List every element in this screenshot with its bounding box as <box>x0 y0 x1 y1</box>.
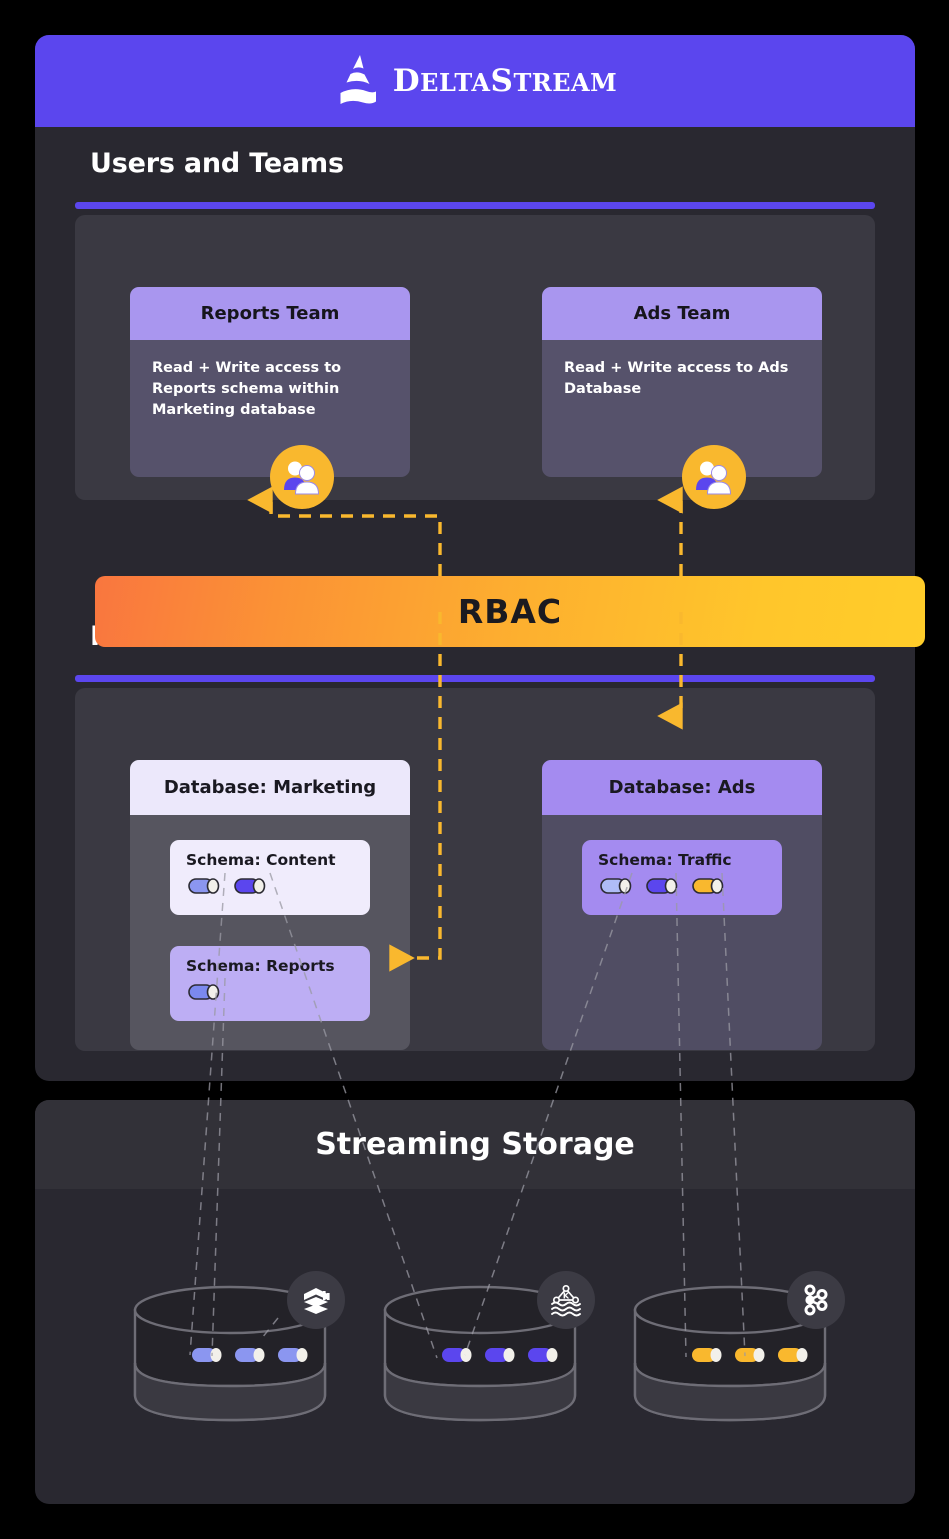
stream-icon <box>234 878 266 894</box>
rbac-bar: RBAC <box>95 576 925 647</box>
stream-icon <box>188 878 220 894</box>
team-name: Reports Team <box>130 287 410 340</box>
schema-name: Schema: Traffic <box>598 851 732 869</box>
deltastream-logo-icon <box>340 55 376 104</box>
stream-icon <box>442 1348 472 1362</box>
stream-icon <box>485 1348 515 1362</box>
stream-list <box>582 869 782 896</box>
drum-stream-list <box>442 1348 558 1362</box>
team-access-description: Read + Write access to Ads Database <box>564 360 789 398</box>
section-rule-users <box>75 202 875 209</box>
kafka-nodes-icon <box>787 1271 845 1329</box>
stream-icon <box>188 984 220 1000</box>
schema-box-reports[interactable]: Schema: Reports <box>170 946 370 1021</box>
rbac-label: RBAC <box>457 592 563 631</box>
stream-icon <box>735 1348 765 1362</box>
schema-name: Schema: Reports <box>186 957 335 975</box>
schema-name: Schema: Content <box>186 851 336 869</box>
stream-list <box>170 975 370 1002</box>
stream-icon <box>235 1348 265 1362</box>
schema-box-content[interactable]: Schema: Content <box>170 840 370 915</box>
people-icon <box>682 445 746 509</box>
stream-icon <box>600 878 632 894</box>
team-name: Ads Team <box>542 287 822 340</box>
database-name: Database: Ads <box>542 760 822 815</box>
team-card-reports[interactable]: Reports Team Read + Write access to Repo… <box>130 287 410 477</box>
section-title-streaming-storage: Streaming Storage <box>315 1127 635 1162</box>
streaming-storage-panel: Streaming Storage K <box>35 1100 915 1504</box>
brand-title: DELTASTREAM <box>392 63 618 99</box>
team-access-description: Read + Write access to Reports schema wi… <box>152 360 342 419</box>
stream-icon <box>692 878 724 894</box>
users-and-teams-panel: Reports Team Read + Write access to Repo… <box>75 215 875 509</box>
stream-icon <box>778 1348 808 1362</box>
team-card-ads[interactable]: Ads Team Read + Write access to Ads Data… <box>542 287 822 477</box>
stream-icon <box>692 1348 722 1362</box>
databricks-icon <box>287 1271 345 1329</box>
svg-text:K: K <box>563 1292 570 1301</box>
people-icon <box>270 445 334 509</box>
kafka-waves-icon: K <box>537 1271 595 1329</box>
diagram-canvas: DELTASTREAM Users and Teams Reports Team… <box>0 0 949 1539</box>
drum-stream-list <box>692 1348 808 1362</box>
drum-stream-list <box>192 1348 308 1362</box>
storage-header: Streaming Storage <box>35 1100 915 1189</box>
platform-panel: DELTASTREAM Users and Teams Reports Team… <box>35 35 925 1081</box>
federated-data-panel: Database: Marketing Schema: Content Sche… <box>75 688 875 1051</box>
stream-list <box>170 869 370 896</box>
stream-icon <box>646 878 678 894</box>
section-rule-federated <box>75 675 875 682</box>
database-name: Database: Marketing <box>130 760 410 815</box>
stream-icon <box>192 1348 222 1362</box>
stream-icon <box>278 1348 308 1362</box>
schema-box-traffic[interactable]: Schema: Traffic <box>582 840 782 915</box>
section-title-users-and-teams: Users and Teams <box>90 148 344 179</box>
brand-header: DELTASTREAM <box>35 35 915 127</box>
stream-icon <box>528 1348 558 1362</box>
